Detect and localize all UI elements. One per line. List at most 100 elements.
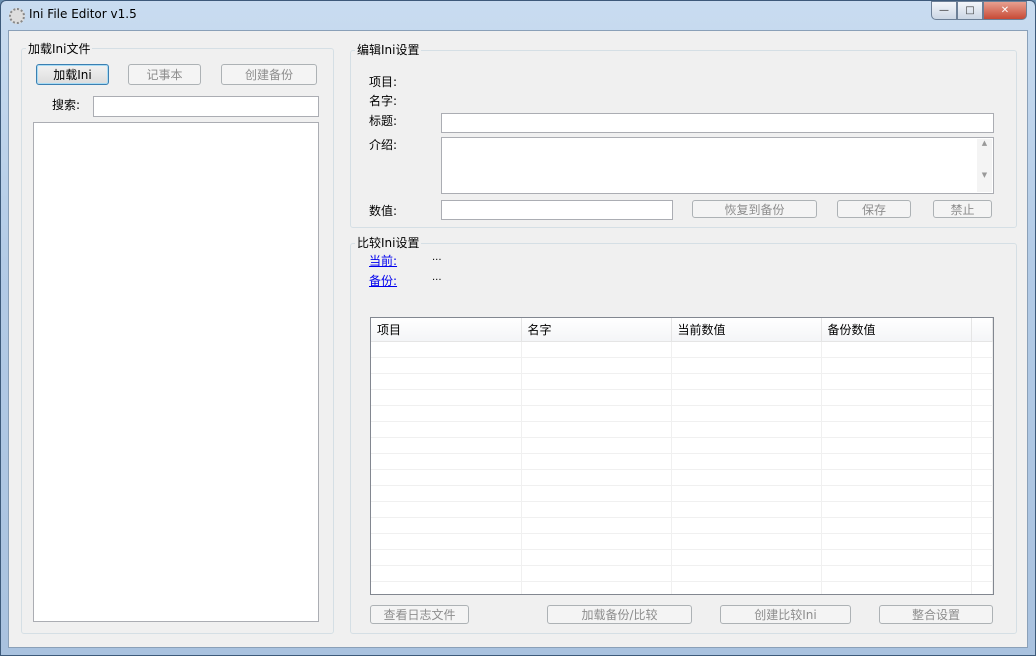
table-row[interactable] xyxy=(371,581,993,594)
edit-ini-group-title: 编辑Ini设置 xyxy=(355,41,422,58)
table-cell xyxy=(521,389,672,406)
table-row[interactable] xyxy=(371,341,993,358)
restore-backup-button[interactable]: 恢复到备份 xyxy=(692,200,817,218)
table-cell xyxy=(821,549,972,566)
table-cell xyxy=(821,421,972,438)
table-cell xyxy=(521,373,672,390)
table-cell xyxy=(821,501,972,518)
table-row[interactable] xyxy=(371,357,993,374)
table-cell xyxy=(521,405,672,422)
table-cell xyxy=(521,485,672,502)
search-input[interactable] xyxy=(93,96,319,117)
column-header-current-value[interactable]: 当前数值 xyxy=(671,318,822,342)
table-cell xyxy=(521,421,672,438)
close-button[interactable]: ✕ xyxy=(983,1,1027,20)
table-row[interactable] xyxy=(371,469,993,486)
table-cell xyxy=(821,581,972,594)
caption-label: 标题: xyxy=(369,114,398,128)
table-cell xyxy=(971,565,993,582)
table-cell xyxy=(821,405,972,422)
table-cell xyxy=(371,453,522,470)
table-cell xyxy=(971,453,993,470)
search-label: 搜索: xyxy=(52,98,81,112)
table-cell xyxy=(671,517,822,534)
maximize-button[interactable]: □ xyxy=(957,1,983,20)
table-row[interactable] xyxy=(371,373,993,390)
value-label: 数值: xyxy=(369,204,398,218)
table-cell xyxy=(671,373,822,390)
table-cell xyxy=(371,357,522,374)
current-link[interactable]: 当前: xyxy=(369,252,397,269)
caption-input[interactable] xyxy=(441,113,994,133)
disable-button[interactable]: 禁止 xyxy=(933,200,992,218)
table-cell xyxy=(521,501,672,518)
create-backup-button[interactable]: 创建备份 xyxy=(221,64,317,85)
load-ini-button[interactable]: 加载Ini xyxy=(36,64,109,85)
ini-list[interactable] xyxy=(33,122,319,622)
backup-path: ... xyxy=(432,272,442,283)
table-cell xyxy=(971,389,993,406)
description-scrollbar[interactable]: ▲ ▼ xyxy=(977,139,992,192)
backup-link[interactable]: 备份: xyxy=(369,272,397,289)
table-cell xyxy=(971,549,993,566)
table-cell xyxy=(521,581,672,594)
table-cell xyxy=(521,357,672,374)
table-cell xyxy=(821,373,972,390)
column-header-backup-value[interactable]: 备份数值 xyxy=(821,318,972,342)
table-row[interactable] xyxy=(371,453,993,470)
table-row[interactable] xyxy=(371,421,993,438)
table-cell xyxy=(821,469,972,486)
minimize-button[interactable]: — xyxy=(931,1,957,20)
table-cell xyxy=(821,341,972,358)
column-header-item[interactable]: 项目 xyxy=(371,318,522,342)
table-cell xyxy=(971,485,993,502)
table-cell xyxy=(371,517,522,534)
table-cell xyxy=(371,549,522,566)
table-cell xyxy=(821,533,972,550)
name-label: 名字: xyxy=(369,94,398,108)
create-compare-ini-button[interactable]: 创建比较Ini xyxy=(720,605,851,624)
description-textarea[interactable]: ▲ ▼ xyxy=(441,137,994,194)
view-log-button[interactable]: 查看日志文件 xyxy=(370,605,469,624)
column-header-filler xyxy=(971,318,993,342)
table-cell xyxy=(521,533,672,550)
table-cell xyxy=(671,389,822,406)
save-button[interactable]: 保存 xyxy=(837,200,911,218)
table-cell xyxy=(521,437,672,454)
table-cell xyxy=(371,533,522,550)
table-row[interactable] xyxy=(371,565,993,582)
column-header-name[interactable]: 名字 xyxy=(521,318,672,342)
table-cell xyxy=(971,501,993,518)
table-cell xyxy=(371,565,522,582)
table-row[interactable] xyxy=(371,485,993,502)
table-cell xyxy=(671,549,822,566)
table-row[interactable] xyxy=(371,517,993,534)
value-input[interactable] xyxy=(441,200,673,220)
table-cell xyxy=(671,453,822,470)
merge-settings-button[interactable]: 整合设置 xyxy=(879,605,993,624)
table-cell xyxy=(971,341,993,358)
table-cell xyxy=(371,437,522,454)
table-cell xyxy=(971,517,993,534)
gear-icon xyxy=(9,8,25,24)
table-cell xyxy=(971,421,993,438)
table-row[interactable] xyxy=(371,533,993,550)
table-cell xyxy=(821,357,972,374)
compare-ini-group-title: 比较Ini设置 xyxy=(355,234,422,251)
load-ini-group-title: 加载Ini文件 xyxy=(26,40,93,57)
table-cell xyxy=(671,357,822,374)
table-row[interactable] xyxy=(371,405,993,422)
table-cell xyxy=(371,581,522,594)
table-cell xyxy=(521,517,672,534)
table-cell xyxy=(671,485,822,502)
table-row[interactable] xyxy=(371,501,993,518)
table-row[interactable] xyxy=(371,549,993,566)
compare-table[interactable]: 项目 名字 当前数值 备份数值 xyxy=(370,317,994,595)
table-row[interactable] xyxy=(371,389,993,406)
table-cell xyxy=(671,533,822,550)
table-row[interactable] xyxy=(371,437,993,454)
load-backup-compare-button[interactable]: 加载备份/比较 xyxy=(547,605,692,624)
table-cell xyxy=(971,581,993,594)
table-cell xyxy=(671,421,822,438)
notepad-button[interactable]: 记事本 xyxy=(128,64,201,85)
